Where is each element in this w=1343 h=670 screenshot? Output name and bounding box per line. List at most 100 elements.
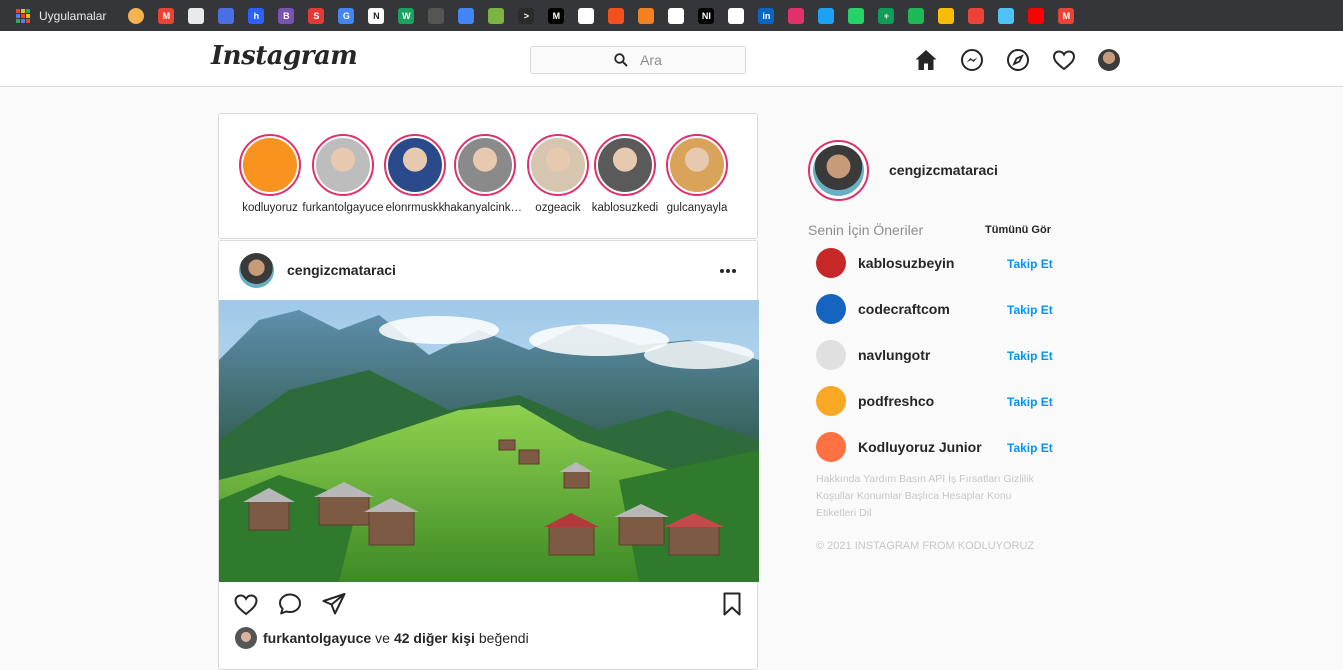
search-placeholder: Ara — [640, 52, 662, 68]
more-options-icon[interactable] — [719, 265, 737, 277]
story-item[interactable]: kodluyoruz — [239, 134, 301, 214]
home-icon[interactable] — [914, 48, 938, 72]
leaf-icon[interactable] — [488, 7, 505, 24]
comment-icon[interactable] — [277, 591, 303, 617]
brand-red-icon[interactable] — [608, 7, 625, 24]
post-image[interactable] — [219, 300, 759, 582]
codepen-icon[interactable] — [578, 7, 595, 24]
search-icon — [614, 53, 628, 67]
bookmarks-bar: Uygulamalar Mh B S G N W > M NI in + M — [0, 0, 1343, 31]
apps-label: Uygulamalar — [39, 8, 107, 23]
follow-button[interactable]: Takip Et — [1007, 349, 1053, 363]
sidebar-username[interactable]: cengizcmataraci — [889, 162, 998, 178]
nav-icons — [914, 48, 1120, 72]
like-heart-icon[interactable] — [233, 591, 259, 617]
instagram-logo[interactable]: Instagram — [211, 41, 358, 71]
follow-button[interactable]: Takip Et — [1007, 395, 1053, 409]
story-avatar — [594, 134, 656, 196]
instagram-icon[interactable] — [788, 7, 805, 24]
terminal-icon[interactable]: > — [518, 7, 535, 24]
see-all-link[interactable]: Tümünü Gör — [985, 224, 1051, 236]
stories-tray: kodluyoruz furkantolgayuce elonrmuskk hakan… — [218, 113, 758, 239]
suggestion-username[interactable]: codecraftcom — [858, 301, 950, 317]
follow-button[interactable]: Takip Et — [1007, 441, 1053, 455]
bank-icon[interactable] — [728, 7, 745, 24]
gmail-icon[interactable]: M — [1058, 7, 1075, 24]
stack-icon[interactable] — [638, 7, 655, 24]
activity-heart-icon[interactable] — [1052, 48, 1076, 72]
follow-button[interactable]: Takip Et — [1007, 257, 1053, 271]
story-item[interactable]: furkantolgayuce — [302, 134, 384, 214]
apps-grid-icon — [16, 8, 30, 23]
suggestion-username[interactable]: navlungotr — [858, 347, 930, 363]
footer-links[interactable]: Hakkında Yardım Basın API İş Fırsatları … — [816, 471, 1052, 522]
devto-icon[interactable] — [668, 7, 685, 24]
whatsapp-icon[interactable] — [848, 7, 865, 24]
explore-icon[interactable] — [1006, 48, 1030, 72]
bookmark-list: Mh B S G N W > M NI in + M — [114, 7, 1075, 24]
story-item[interactable]: kablosuzkedi — [592, 134, 658, 214]
hashnode-icon[interactable]: h — [248, 7, 265, 24]
story-item[interactable]: hakanyalcinkaya — [444, 134, 526, 214]
gmail-icon[interactable]: M — [158, 7, 175, 24]
story-avatar — [527, 134, 589, 196]
likes-suffix: beğendi — [478, 630, 529, 646]
story-item[interactable]: gulcanyayla — [666, 134, 728, 214]
post-author-username[interactable]: cengizcmataraci — [287, 262, 396, 278]
share-icon[interactable] — [321, 591, 347, 617]
story-item[interactable]: elonrmuskk — [384, 134, 446, 214]
screen-icon[interactable] — [428, 7, 445, 24]
linkedin-icon[interactable]: in — [758, 7, 775, 24]
liker-username[interactable]: furkantolgayuce — [263, 630, 371, 646]
suggestion-avatar[interactable] — [816, 340, 846, 370]
suggestion-avatar[interactable] — [816, 294, 846, 324]
profile-avatar[interactable] — [1098, 49, 1120, 71]
w-icon[interactable]: W — [398, 7, 415, 24]
cube-icon[interactable] — [458, 7, 475, 24]
sidebar-profile-avatar[interactable] — [808, 140, 869, 201]
feed-post: cengizcmataraci furkantolgayuce ve 42 di… — [218, 240, 759, 670]
s-icon[interactable]: S — [308, 7, 325, 24]
youtube-icon[interactable] — [1028, 7, 1045, 24]
spotify-icon[interactable] — [908, 7, 925, 24]
translate-icon[interactable]: G — [338, 7, 355, 24]
post-actions — [219, 591, 757, 621]
story-username: kodluyoruz — [242, 202, 298, 214]
twitter-icon[interactable] — [818, 7, 835, 24]
story-username: hakanyalcinkaya — [444, 202, 526, 214]
m-icon[interactable]: M — [548, 7, 565, 24]
liker-avatar[interactable] — [235, 627, 257, 649]
suggestion-item: podfreshco Takip Et — [816, 386, 1061, 418]
drop-icon[interactable] — [998, 7, 1015, 24]
story-username: kablosuzkedi — [591, 202, 659, 214]
sheets-icon[interactable]: + — [878, 7, 895, 24]
messenger-icon[interactable] — [960, 48, 984, 72]
likes-others[interactable]: 42 diğer kişi — [394, 630, 475, 646]
suggestion-username[interactable]: podfreshco — [858, 393, 934, 409]
likes-and: ve — [375, 630, 390, 646]
post-author-avatar[interactable] — [239, 253, 274, 288]
circle-icon[interactable] — [128, 7, 145, 24]
follow-button[interactable]: Takip Et — [1007, 303, 1053, 317]
suggestion-item: Kodluyoruz Junior Takip Et — [816, 432, 1061, 464]
suggestion-avatar[interactable] — [816, 386, 846, 416]
drive-icon[interactable] — [938, 7, 955, 24]
ni-icon[interactable]: NI — [698, 7, 715, 24]
suggestion-item: codecraftcom Takip Et — [816, 294, 1061, 326]
suggestion-username[interactable]: kablosuzbeyin — [858, 255, 954, 271]
bootstrap-icon[interactable]: B — [278, 7, 295, 24]
story-avatar — [454, 134, 516, 196]
photos-icon[interactable] — [968, 7, 985, 24]
notion-icon[interactable]: N — [368, 7, 385, 24]
search-input[interactable]: Ara — [530, 46, 746, 74]
github-icon[interactable] — [188, 7, 205, 24]
suggestion-avatar[interactable] — [816, 248, 846, 278]
flag-icon[interactable] — [218, 7, 235, 24]
story-avatar — [312, 134, 374, 196]
story-item[interactable]: ozgeacik — [527, 134, 589, 214]
suggestion-avatar[interactable] — [816, 432, 846, 462]
save-bookmark-icon[interactable] — [719, 591, 745, 617]
suggestion-username[interactable]: Kodluyoruz Junior — [858, 439, 982, 455]
copyright-text: © 2021 INSTAGRAM FROM KODLUYORUZ — [816, 540, 1035, 552]
apps-shortcut[interactable]: Uygulamalar — [16, 8, 107, 23]
